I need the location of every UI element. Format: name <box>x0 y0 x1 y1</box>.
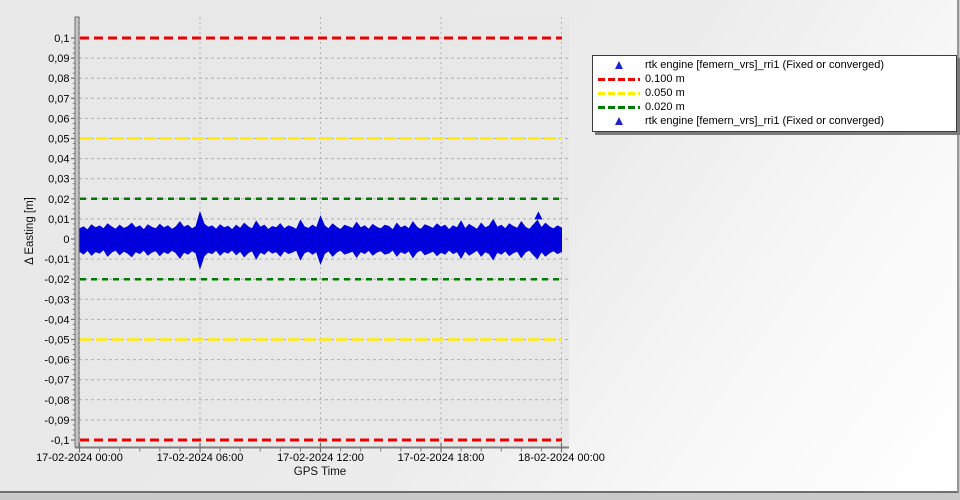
x-tick-label: 17-02-2024 18:00 <box>398 452 485 464</box>
y-tick-label: -0,06 <box>44 355 69 367</box>
legend-marker-dashes <box>593 105 645 109</box>
legend-marker-triangle <box>593 117 645 125</box>
y-tick-label: 0,09 <box>48 53 69 65</box>
legend-item-label: 0.100 m <box>645 73 685 85</box>
y-axis-title: Δ Easting [m] <box>24 197 36 265</box>
y-tick-label: 0,1 <box>54 33 69 45</box>
y-tick-label: -0,01 <box>44 254 69 266</box>
y-tick-label: -0,09 <box>44 415 69 427</box>
y-tick-label: 0 <box>63 234 69 246</box>
triangle-marker-icon <box>615 117 623 125</box>
legend-item: 0.100 m <box>593 72 956 86</box>
legend-item-label: rtk engine [femern_vrs]_rri1 (Fixed or c… <box>645 59 885 71</box>
x-tick-label: 18-02-2024 00:00 <box>518 452 605 464</box>
chart-window: 0,1 0,09 0,08 0,07 0,06 0,05 0,04 0,03 0,02 0,01 0… <box>0 0 960 500</box>
y-tick-label: -0,02 <box>44 274 69 286</box>
legend-item: rtk engine [femern_vrs]_rri1 (Fixed or c… <box>593 58 956 72</box>
y-tick-label: -0,03 <box>44 294 69 306</box>
legend-item: 0.020 m <box>593 100 956 114</box>
legend-item-label: rtk engine [femern_vrs]_rri1 (Fixed or c… <box>645 115 885 127</box>
y-tick-label: 0,07 <box>48 93 69 105</box>
y-tick-label: -0,04 <box>44 314 69 326</box>
legend-item: rtk engine [femern_vrs]_rri1 (Fixed or c… <box>593 114 956 128</box>
dash-line-icon <box>598 105 640 109</box>
y-tick-label: 0,05 <box>48 134 69 146</box>
y-tick-label: -0,07 <box>44 375 69 387</box>
y-tick-label: -0,1 <box>51 435 70 447</box>
legend-item: 0.050 m <box>593 86 956 100</box>
legend: rtk engine [femern_vrs]_rri1 (Fixed or c… <box>592 55 957 132</box>
x-axis-title: GPS Time <box>293 466 347 478</box>
legend-marker-dashes <box>593 77 645 81</box>
x-tick-label: 17-02-2024 00:00 <box>36 452 123 464</box>
legend-item-label: 0.020 m <box>645 101 685 113</box>
x-tick-label: 17-02-2024 12:00 <box>277 452 364 464</box>
x-tick-label: 17-02-2024 06:00 <box>157 452 244 464</box>
y-tick-label: 0,02 <box>48 194 69 206</box>
dash-line-icon <box>598 91 640 95</box>
y-tick-label: -0,05 <box>44 335 69 347</box>
y-tick-label: 0,04 <box>48 154 69 166</box>
y-tick-label: 0,08 <box>48 73 69 85</box>
chart-panel: 0,1 0,09 0,08 0,07 0,06 0,05 0,04 0,03 0,02 0,01 0… <box>0 0 959 493</box>
legend-marker-dashes <box>593 91 645 95</box>
y-tick-label: -0,08 <box>44 395 69 407</box>
dash-line-icon <box>598 77 640 81</box>
legend-marker-triangle <box>593 61 645 69</box>
y-tick-label: 0,01 <box>48 214 69 226</box>
triangle-marker-icon <box>615 61 623 69</box>
y-tick-label: 0,03 <box>48 174 69 186</box>
legend-item-label: 0.050 m <box>645 87 685 99</box>
y-axis-line <box>74 16 80 448</box>
y-tick-label: 0,06 <box>48 113 69 125</box>
